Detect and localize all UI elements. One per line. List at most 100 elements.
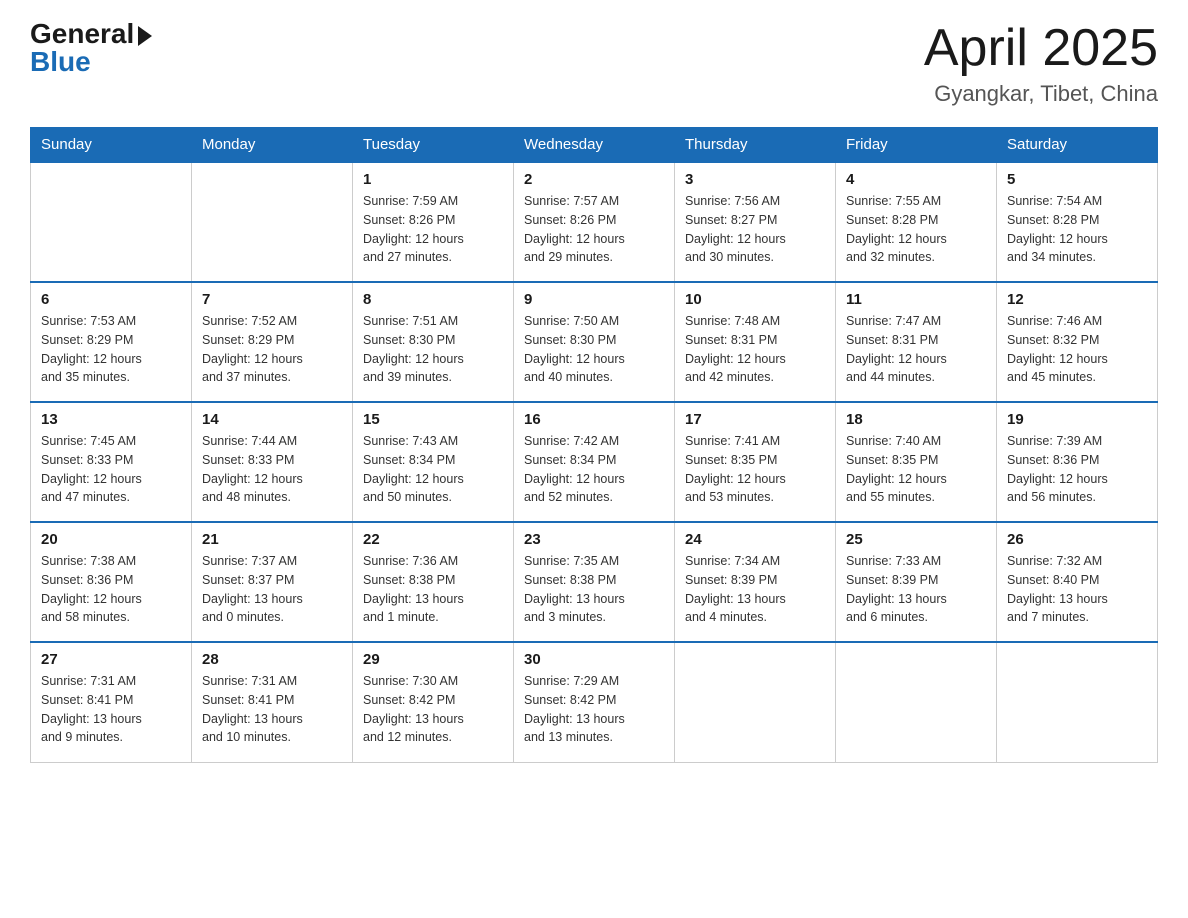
- calendar-cell: [31, 162, 192, 282]
- day-info: Sunrise: 7:55 AM Sunset: 8:28 PM Dayligh…: [846, 192, 986, 267]
- day-number: 15: [363, 411, 503, 428]
- day-number: 30: [524, 651, 664, 668]
- calendar-week-1: 1 Sunrise: 7:59 AM Sunset: 8:26 PM Daylig…: [31, 162, 1158, 282]
- calendar-cell: 22Sunrise: 7:36 AM Sunset: 8:38 PM Dayli…: [353, 522, 514, 642]
- day-info: Sunrise: 7:51 AM Sunset: 8:30 PM Dayligh…: [363, 312, 503, 387]
- day-number: 7: [202, 291, 342, 308]
- calendar-cell: 8 Sunrise: 7:51 AM Sunset: 8:30 PM Daylig…: [353, 282, 514, 402]
- day-info: Sunrise: 7:40 AM Sunset: 8:35 PM Dayligh…: [846, 432, 986, 507]
- calendar-cell: 5 Sunrise: 7:54 AM Sunset: 8:28 PM Daylig…: [997, 162, 1158, 282]
- calendar-cell: 15Sunrise: 7:43 AM Sunset: 8:34 PM Dayli…: [353, 402, 514, 522]
- calendar-cell: 11Sunrise: 7:47 AM Sunset: 8:31 PM Dayli…: [836, 282, 997, 402]
- day-number: 28: [202, 651, 342, 668]
- calendar-cell: 9Sunrise: 7:50 AM Sunset: 8:30 PM Daylig…: [514, 282, 675, 402]
- calendar-cell: 27Sunrise: 7:31 AM Sunset: 8:41 PM Dayli…: [31, 642, 192, 762]
- day-number: 4: [846, 171, 986, 188]
- calendar-cell: 28Sunrise: 7:31 AM Sunset: 8:41 PM Dayli…: [192, 642, 353, 762]
- month-title: April 2025: [924, 20, 1158, 77]
- day-info: Sunrise: 7:56 AM Sunset: 8:27 PM Dayligh…: [685, 192, 825, 267]
- day-info: Sunrise: 7:35 AM Sunset: 8:38 PM Dayligh…: [524, 552, 664, 627]
- day-number: 19: [1007, 411, 1147, 428]
- calendar-cell: 25 Sunrise: 7:33 AM Sunset: 8:39 PM Dayli…: [836, 522, 997, 642]
- day-info: Sunrise: 7:57 AM Sunset: 8:26 PM Dayligh…: [524, 192, 664, 267]
- day-number: 8: [363, 291, 503, 308]
- calendar-cell: [836, 642, 997, 762]
- calendar-week-3: 13Sunrise: 7:45 AM Sunset: 8:33 PM Dayli…: [31, 402, 1158, 522]
- day-info: Sunrise: 7:54 AM Sunset: 8:28 PM Dayligh…: [1007, 192, 1147, 267]
- day-number: 16: [524, 411, 664, 428]
- day-info: Sunrise: 7:52 AM Sunset: 8:29 PM Dayligh…: [202, 312, 342, 387]
- calendar-cell: 26 Sunrise: 7:32 AM Sunset: 8:40 PM Dayli…: [997, 522, 1158, 642]
- day-info: Sunrise: 7:42 AM Sunset: 8:34 PM Dayligh…: [524, 432, 664, 507]
- calendar-cell: [192, 162, 353, 282]
- day-info: Sunrise: 7:33 AM Sunset: 8:39 PM Dayligh…: [846, 552, 986, 627]
- location: Gyangkar, Tibet, China: [924, 81, 1158, 107]
- day-info: Sunrise: 7:50 AM Sunset: 8:30 PM Dayligh…: [524, 312, 664, 387]
- calendar-cell: 14 Sunrise: 7:44 AM Sunset: 8:33 PM Dayli…: [192, 402, 353, 522]
- logo: General Blue: [30, 20, 152, 76]
- calendar-cell: 21 Sunrise: 7:37 AM Sunset: 8:37 PM Dayli…: [192, 522, 353, 642]
- calendar-cell: [675, 642, 836, 762]
- day-info: Sunrise: 7:39 AM Sunset: 8:36 PM Dayligh…: [1007, 432, 1147, 507]
- day-number: 2: [524, 171, 664, 188]
- col-saturday: Saturday: [997, 128, 1158, 163]
- calendar-cell: 23 Sunrise: 7:35 AM Sunset: 8:38 PM Dayli…: [514, 522, 675, 642]
- day-number: 23: [524, 531, 664, 548]
- calendar-body: 1 Sunrise: 7:59 AM Sunset: 8:26 PM Daylig…: [31, 162, 1158, 762]
- calendar-cell: 1 Sunrise: 7:59 AM Sunset: 8:26 PM Daylig…: [353, 162, 514, 282]
- day-number: 21: [202, 531, 342, 548]
- day-info: Sunrise: 7:59 AM Sunset: 8:26 PM Dayligh…: [363, 192, 503, 267]
- logo-blue-text: Blue: [30, 48, 91, 76]
- day-number: 14: [202, 411, 342, 428]
- day-number: 5: [1007, 171, 1147, 188]
- day-info: Sunrise: 7:53 AM Sunset: 8:29 PM Dayligh…: [41, 312, 181, 387]
- calendar-cell: 19 Sunrise: 7:39 AM Sunset: 8:36 PM Dayli…: [997, 402, 1158, 522]
- day-number: 1: [363, 171, 503, 188]
- day-number: 25: [846, 531, 986, 548]
- calendar-cell: 20 Sunrise: 7:38 AM Sunset: 8:36 PM Dayli…: [31, 522, 192, 642]
- calendar-cell: 17 Sunrise: 7:41 AM Sunset: 8:35 PM Dayli…: [675, 402, 836, 522]
- day-info: Sunrise: 7:46 AM Sunset: 8:32 PM Dayligh…: [1007, 312, 1147, 387]
- page-header: General Blue April 2025 Gyangkar, Tibet,…: [30, 20, 1158, 107]
- day-number: 20: [41, 531, 181, 548]
- calendar-cell: 2 Sunrise: 7:57 AM Sunset: 8:26 PM Daylig…: [514, 162, 675, 282]
- calendar-cell: 24 Sunrise: 7:34 AM Sunset: 8:39 PM Dayli…: [675, 522, 836, 642]
- calendar-week-2: 6Sunrise: 7:53 AM Sunset: 8:29 PM Daylig…: [31, 282, 1158, 402]
- calendar-cell: 3Sunrise: 7:56 AM Sunset: 8:27 PM Daylig…: [675, 162, 836, 282]
- calendar-cell: 10 Sunrise: 7:48 AM Sunset: 8:31 PM Dayli…: [675, 282, 836, 402]
- calendar-week-4: 20 Sunrise: 7:38 AM Sunset: 8:36 PM Dayli…: [31, 522, 1158, 642]
- header-row: Sunday Monday Tuesday Wednesday Thursday…: [31, 128, 1158, 163]
- day-number: 12: [1007, 291, 1147, 308]
- calendar-cell: 6Sunrise: 7:53 AM Sunset: 8:29 PM Daylig…: [31, 282, 192, 402]
- day-number: 11: [846, 291, 986, 308]
- day-info: Sunrise: 7:34 AM Sunset: 8:39 PM Dayligh…: [685, 552, 825, 627]
- day-info: Sunrise: 7:32 AM Sunset: 8:40 PM Dayligh…: [1007, 552, 1147, 627]
- calendar-cell: [997, 642, 1158, 762]
- col-thursday: Thursday: [675, 128, 836, 163]
- day-info: Sunrise: 7:38 AM Sunset: 8:36 PM Dayligh…: [41, 552, 181, 627]
- day-number: 10: [685, 291, 825, 308]
- day-info: Sunrise: 7:48 AM Sunset: 8:31 PM Dayligh…: [685, 312, 825, 387]
- calendar-header: Sunday Monday Tuesday Wednesday Thursday…: [31, 128, 1158, 163]
- calendar-table: Sunday Monday Tuesday Wednesday Thursday…: [30, 127, 1158, 763]
- day-number: 18: [846, 411, 986, 428]
- calendar-cell: 4 Sunrise: 7:55 AM Sunset: 8:28 PM Daylig…: [836, 162, 997, 282]
- day-number: 17: [685, 411, 825, 428]
- calendar-cell: 16 Sunrise: 7:42 AM Sunset: 8:34 PM Dayli…: [514, 402, 675, 522]
- col-friday: Friday: [836, 128, 997, 163]
- day-number: 24: [685, 531, 825, 548]
- day-info: Sunrise: 7:37 AM Sunset: 8:37 PM Dayligh…: [202, 552, 342, 627]
- calendar-cell: 29Sunrise: 7:30 AM Sunset: 8:42 PM Dayli…: [353, 642, 514, 762]
- logo-general-text: General: [30, 20, 152, 48]
- day-info: Sunrise: 7:45 AM Sunset: 8:33 PM Dayligh…: [41, 432, 181, 507]
- day-number: 27: [41, 651, 181, 668]
- calendar-cell: 30Sunrise: 7:29 AM Sunset: 8:42 PM Dayli…: [514, 642, 675, 762]
- day-number: 26: [1007, 531, 1147, 548]
- calendar-cell: 18 Sunrise: 7:40 AM Sunset: 8:35 PM Dayli…: [836, 402, 997, 522]
- col-sunday: Sunday: [31, 128, 192, 163]
- calendar-cell: 7 Sunrise: 7:52 AM Sunset: 8:29 PM Daylig…: [192, 282, 353, 402]
- day-info: Sunrise: 7:44 AM Sunset: 8:33 PM Dayligh…: [202, 432, 342, 507]
- title-section: April 2025 Gyangkar, Tibet, China: [924, 20, 1158, 107]
- day-info: Sunrise: 7:41 AM Sunset: 8:35 PM Dayligh…: [685, 432, 825, 507]
- calendar-cell: 12 Sunrise: 7:46 AM Sunset: 8:32 PM Dayli…: [997, 282, 1158, 402]
